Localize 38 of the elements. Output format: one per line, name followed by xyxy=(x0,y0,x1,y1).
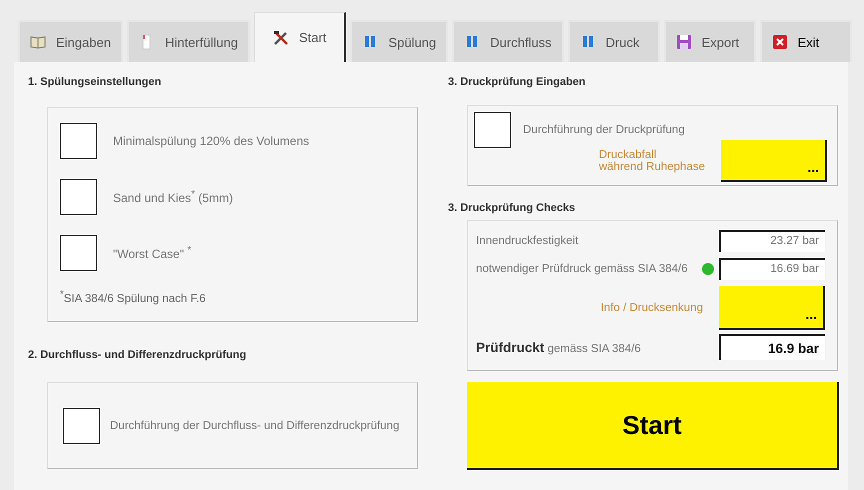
check-label: notwendiger Prüfdruck gemäss SIA 384/6 xyxy=(476,263,689,275)
checkbox[interactable] xyxy=(63,408,100,444)
info-label: Info / Drucksenkung xyxy=(600,302,703,314)
tab[interactable]: Eingaben xyxy=(18,20,123,62)
checkbox[interactable] xyxy=(474,112,511,148)
tab[interactable]: Druck xyxy=(568,20,660,62)
tab[interactable]: Durchfluss xyxy=(452,20,564,62)
checkbox[interactable] xyxy=(60,123,97,159)
section-heading: 3. Druckprüfung Eingaben xyxy=(448,76,587,88)
close-icon xyxy=(772,34,788,50)
value-field: 16.69 bar xyxy=(719,258,825,280)
checkbox[interactable] xyxy=(60,179,97,215)
pressure-drop-button[interactable]: ... xyxy=(721,140,827,182)
tab[interactable]: Start xyxy=(254,12,346,62)
test-pressure-field: 16.9 bar xyxy=(719,334,825,360)
option-label: Minimalspülung 120% des Volumens xyxy=(113,134,310,148)
value-field: 23.27 bar xyxy=(719,230,825,252)
checkbox[interactable] xyxy=(60,235,97,271)
option-label: Durchführung der Druckprüfung xyxy=(523,124,685,136)
tab[interactable]: Hinterfüllung xyxy=(126,20,250,62)
book-icon xyxy=(30,34,46,50)
check-label: Innendruckfestigkeit xyxy=(476,235,580,247)
option-label: Sand und Kies$^{*}$ (5mm) xyxy=(113,189,233,205)
section-heading: 1. Spülungseinstellungen xyxy=(28,76,162,88)
tab[interactable]: Exit xyxy=(760,20,852,62)
start-button[interactable]: Start xyxy=(467,382,839,470)
test-pressure-label: Prüfdruckt gemäss SIA 384/6 xyxy=(476,340,642,354)
tab[interactable]: Export xyxy=(664,20,756,62)
floppy-icon xyxy=(676,34,692,50)
option-label: "Worst Case" $^{*}$ xyxy=(113,245,192,261)
info-button[interactable]: ... xyxy=(719,286,825,330)
tab[interactable]: Spülung xyxy=(350,20,448,62)
footnote: $^{*}$SIA 384/6 Spülung nach F.6 xyxy=(60,289,207,305)
pressure-drop-label: Druckabfall während Ruhephase xyxy=(598,149,705,173)
section-heading: 2. Durchfluss- und Differenzdruckprüfung xyxy=(28,349,248,361)
option-label: Durchführung der Durchfluss- und Differenzdruckprüfung xyxy=(110,420,400,432)
section-heading: 3. Druckprüfung Checks xyxy=(448,202,576,214)
tools-icon xyxy=(272,30,289,46)
